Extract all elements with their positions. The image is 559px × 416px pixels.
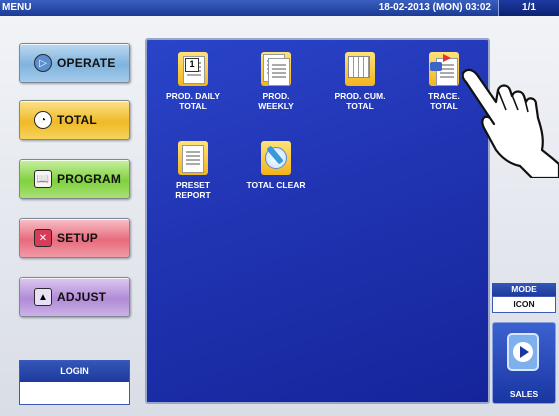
preset-report-label: PRESET REPORT xyxy=(175,180,211,200)
prod-cum-total-label: PROD. CUM. TOTAL xyxy=(334,91,386,111)
prod-cum-total-item[interactable]: PROD. CUM. TOTAL xyxy=(324,52,396,111)
total-clear-label: TOTAL CLEAR xyxy=(246,180,306,190)
screen-title: MENU xyxy=(2,2,32,13)
operate-label: OPERATE xyxy=(57,56,116,70)
program-button[interactable]: 📖 PROGRAM xyxy=(19,159,130,199)
login-box[interactable]: LOGIN xyxy=(19,360,130,405)
program-label: PROGRAM xyxy=(57,172,122,186)
total-button[interactable]: ◔ TOTAL xyxy=(19,100,130,140)
login-field[interactable] xyxy=(20,382,129,404)
scale-icon: ▲ xyxy=(34,288,52,306)
preset-report-icon xyxy=(176,141,210,177)
clock-icon: ◔ xyxy=(34,111,52,129)
preset-report-item[interactable]: PRESET REPORT xyxy=(157,141,229,200)
operate-button[interactable]: ▷ OPERATE xyxy=(19,43,130,83)
sales-button[interactable]: SALES xyxy=(492,322,556,404)
menu-panel: 1 PROD. DAILY TOTAL PROD. WEEKLY PROD. CUM… xyxy=(145,38,490,404)
top-bar: MENU 18-02-2013 (MON) 03:02 1/1 xyxy=(0,0,559,16)
play-icon: ▷ xyxy=(34,54,52,72)
cumulative-report-icon xyxy=(343,52,377,88)
mode-value: ICON xyxy=(492,296,556,313)
sales-icon xyxy=(507,333,539,371)
setup-label: SETUP xyxy=(57,231,99,245)
login-label: LOGIN xyxy=(20,361,129,382)
weekly-report-icon xyxy=(259,52,293,88)
adjust-button[interactable]: ▲ ADJUST xyxy=(19,277,130,317)
prod-weekly-item[interactable]: PROD. WEEKLY xyxy=(240,52,312,111)
setup-button[interactable]: ✕ SETUP xyxy=(19,218,130,258)
trace-report-icon xyxy=(427,52,461,88)
sales-label: SALES xyxy=(509,389,539,399)
book-icon: 📖 xyxy=(34,170,52,188)
adjust-label: ADJUST xyxy=(57,290,107,304)
prod-daily-total-label: PROD. DAILY TOTAL xyxy=(165,91,220,111)
mode-indicator[interactable]: MODE ICON xyxy=(492,283,556,315)
prod-weekly-label: PROD. WEEKLY xyxy=(258,91,294,111)
datetime: 18-02-2013 (MON) 03:02 xyxy=(378,2,491,13)
prod-daily-total-item[interactable]: 1 PROD. DAILY TOTAL xyxy=(157,52,229,111)
total-label: TOTAL xyxy=(57,113,97,127)
total-clear-item[interactable]: TOTAL CLEAR xyxy=(240,141,312,190)
mode-label: MODE xyxy=(492,283,556,296)
calendar-report-icon: 1 xyxy=(176,52,210,88)
clear-icon xyxy=(259,141,293,177)
wrench-icon: ✕ xyxy=(34,229,52,247)
pointing-hand-icon xyxy=(462,68,559,178)
page-indicator: 1/1 xyxy=(498,0,559,16)
